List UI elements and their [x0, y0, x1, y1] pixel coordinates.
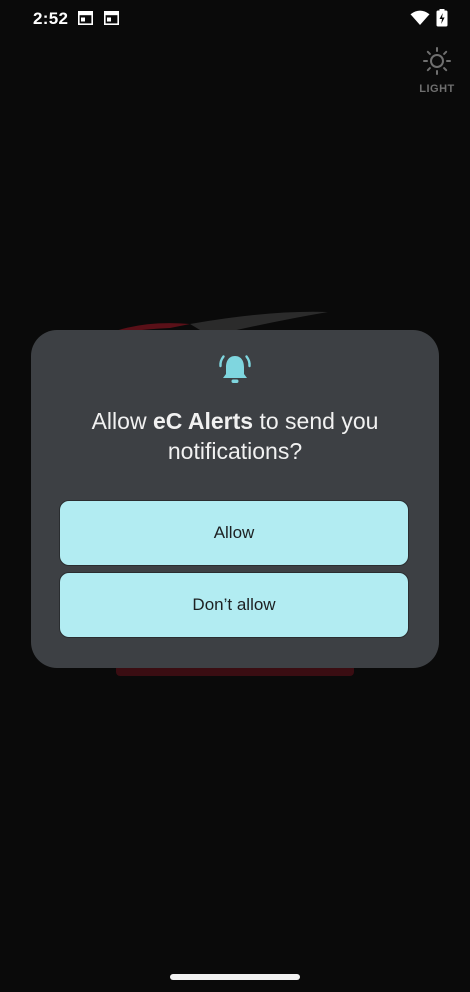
light-mode-label: LIGHT — [419, 83, 455, 95]
dialog-title-prefix: Allow — [91, 408, 153, 434]
status-bar: 2:52 — [0, 0, 470, 36]
dialog-app-name: eC Alerts — [152, 408, 254, 434]
notification-permission-dialog: Allow eC Alerts to send you notification… — [31, 330, 439, 668]
dialog-title: Allow eC Alerts to send you notification… — [51, 406, 419, 466]
bell-ringing-icon — [217, 352, 253, 388]
allow-button-label: Allow — [213, 523, 255, 542]
home-gesture-handle[interactable] — [170, 974, 300, 980]
allow-button[interactable]: Allow — [59, 500, 409, 566]
sun-icon — [422, 47, 452, 80]
wifi-icon — [410, 10, 430, 31]
status-icons — [410, 9, 448, 32]
battery-charging-icon — [436, 9, 448, 32]
calendar-icon — [78, 11, 93, 25]
dont-allow-button-label: Don’t allow — [192, 595, 276, 614]
calendar-icon — [104, 11, 119, 25]
light-mode-toggle[interactable]: LIGHT — [419, 46, 455, 96]
screen: 2:52 LIGHT Allow eC Alerts to send you n… — [0, 0, 470, 992]
dont-allow-button[interactable]: Don’t allow — [59, 572, 409, 638]
status-time: 2:52 — [33, 9, 69, 28]
